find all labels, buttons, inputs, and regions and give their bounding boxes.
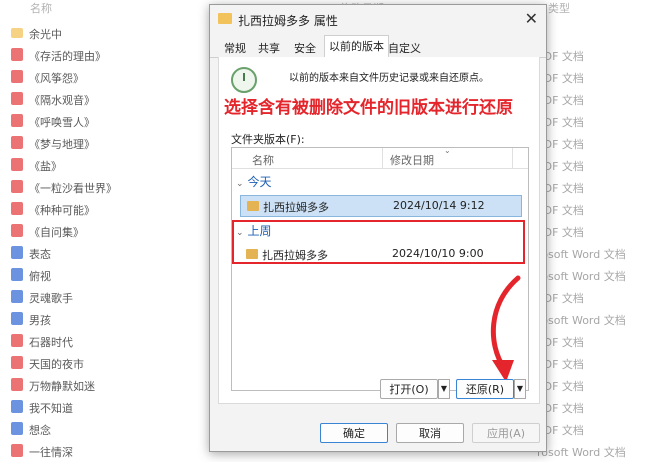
tab-general[interactable]: 常规 xyxy=(220,38,250,58)
dialog-titlebar[interactable]: 扎西拉姆多多 属性 ✕ xyxy=(210,5,546,33)
version-date: 2024/10/14 9:12 xyxy=(393,199,485,212)
apply-button[interactable]: 应用(A) xyxy=(472,423,540,443)
annotation-highlight-box xyxy=(232,220,525,264)
cancel-button[interactable]: 取消 xyxy=(396,423,464,443)
column-name[interactable]: 名称 xyxy=(252,152,274,168)
restore-button[interactable]: 还原(R) xyxy=(456,379,514,399)
version-name: 扎西拉姆多多 xyxy=(263,201,329,214)
column-divider[interactable] xyxy=(382,148,383,168)
versions-list[interactable]: ⌄ 名称 修改日期 ⌄ 今天 扎西拉姆多多 2024/10/14 9:12 ⌄ 上周… xyxy=(231,146,529,391)
tab-sharing[interactable]: 共享 xyxy=(254,38,284,58)
list-column-header: ⌄ 名称 修改日期 xyxy=(232,146,528,169)
column-divider[interactable] xyxy=(512,148,513,168)
group-label-today: 今天 xyxy=(247,175,272,189)
sort-indicator-icon: ⌄ xyxy=(444,146,451,155)
restore-clock-icon xyxy=(231,67,257,93)
restore-dropdown-arrow-icon[interactable]: ▼ xyxy=(514,379,526,399)
folder-icon xyxy=(218,13,232,24)
version-row-today[interactable]: 扎西拉姆多多 2024/10/14 9:12 xyxy=(240,195,522,217)
properties-dialog: 扎西拉姆多多 属性 ✕ 常规 共享 安全 以前的版本 自定义 以前的版本来自文件… xyxy=(209,4,547,452)
open-button[interactable]: 打开(O) xyxy=(380,379,438,399)
tab-bar: 常规 共享 安全 以前的版本 自定义 xyxy=(210,35,546,59)
annotation-arrow-icon xyxy=(490,275,521,382)
open-dropdown-arrow-icon[interactable]: ▼ xyxy=(438,379,450,399)
annotation-text: 选择含有被删除文件的旧版本进行还原 xyxy=(224,98,513,118)
previous-versions-panel: 以前的版本来自文件历史记录或来自还原点。 选择含有被删除文件的旧版本进行还原 文… xyxy=(218,57,540,404)
tab-customize[interactable]: 自定义 xyxy=(384,38,425,58)
ok-button[interactable]: 确定 xyxy=(320,423,388,443)
group-today[interactable]: ⌄ 今天 xyxy=(236,173,272,190)
folder-icon xyxy=(247,201,259,211)
tab-security[interactable]: 安全 xyxy=(290,38,320,58)
tab-previous-versions[interactable]: 以前的版本 xyxy=(324,35,389,59)
description-text: 以前的版本来自文件历史记录或来自还原点。 xyxy=(289,73,489,84)
folder-versions-label: 文件夹版本(F): xyxy=(231,133,305,146)
column-date[interactable]: 修改日期 xyxy=(390,152,434,168)
dialog-title: 扎西拉姆多多 属性 xyxy=(238,14,338,28)
close-icon[interactable]: ✕ xyxy=(525,9,538,28)
chevron-down-icon: ⌄ xyxy=(236,179,244,189)
